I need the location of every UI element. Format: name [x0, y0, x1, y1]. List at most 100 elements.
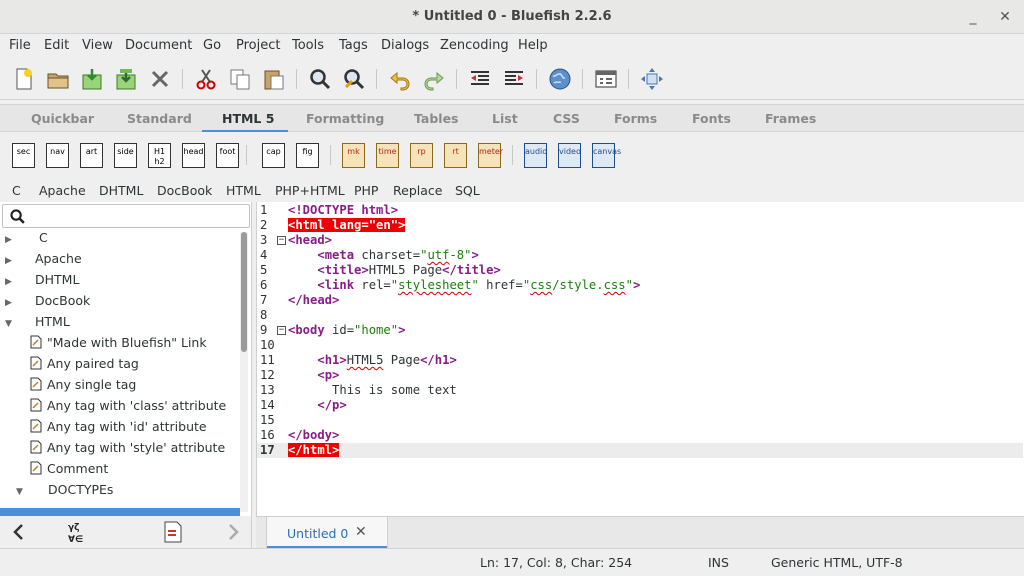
search-input[interactable]	[29, 207, 245, 225]
tab-tables[interactable]: Tables	[414, 111, 459, 126]
code-line[interactable]: 16 </body>	[257, 428, 1023, 443]
close-window-button[interactable]: ✕	[996, 8, 1014, 26]
insert-file-icon[interactable]	[160, 519, 186, 545]
expanded-arrow-icon[interactable]: ▼	[16, 487, 26, 497]
code-line[interactable]: 7 </head>	[257, 293, 1023, 308]
tag-button-audio[interactable]: audio	[524, 143, 547, 168]
tag-button-video[interactable]: video	[558, 143, 581, 168]
selected-tree-row[interactable]	[0, 508, 240, 516]
collapsed-arrow-icon[interactable]: ▶	[5, 235, 15, 245]
filter-apache[interactable]: Apache	[39, 183, 86, 198]
cut-icon[interactable]	[194, 67, 218, 91]
tab-css[interactable]: CSS	[553, 111, 580, 126]
tag-button-h1-h2[interactable]: H1 h2	[148, 143, 171, 168]
expanded-arrow-icon[interactable]: ▼	[5, 319, 15, 329]
tree-scrollbar-thumb[interactable]	[241, 232, 247, 352]
fold-toggle-icon[interactable]: −	[277, 236, 286, 245]
code-line[interactable]: 13 This is some text	[257, 383, 1023, 398]
minimize-button[interactable]: _	[964, 8, 982, 26]
charmap-icon[interactable]: γζ ∀∈	[66, 519, 92, 545]
menu-help[interactable]: Help	[518, 38, 548, 53]
filter-replace[interactable]: Replace	[393, 183, 442, 198]
code-line[interactable]: 11 <h1>HTML5 Page</h1>	[257, 353, 1023, 368]
menu-tags[interactable]: Tags	[339, 38, 368, 53]
code-line[interactable]: 17 </html>	[257, 443, 1023, 458]
document-encoding[interactable]: Generic HTML, UTF-8	[771, 555, 903, 570]
preview-browser-icon[interactable]	[548, 67, 572, 91]
code-line[interactable]: 12 <p>	[257, 368, 1023, 383]
chevron-right-icon[interactable]	[224, 522, 242, 542]
tab-forms[interactable]: Forms	[614, 111, 657, 126]
code-line[interactable]: 1 <!DOCTYPE html>	[257, 203, 1023, 218]
indent-icon[interactable]	[502, 67, 526, 91]
new-file-icon[interactable]	[12, 67, 36, 91]
menu-go[interactable]: Go	[203, 38, 221, 53]
close-tab-icon[interactable]: ✕	[355, 524, 367, 540]
tree-item[interactable]: Any single tag	[30, 377, 136, 398]
code-line[interactable]: 3− <head>	[257, 233, 1023, 248]
find-replace-icon[interactable]	[342, 67, 366, 91]
code-line[interactable]: 2 <html lang="en">	[257, 218, 1023, 233]
filter-c[interactable]: C	[12, 183, 21, 198]
tree-item[interactable]: Any tag with 'style' attribute	[30, 440, 225, 461]
menu-zencoding[interactable]: Zencoding	[440, 38, 509, 53]
preferences-icon[interactable]	[594, 67, 618, 91]
code-editor[interactable]: 1 <!DOCTYPE html> 2 <html lang="en"> 3− <head…	[256, 202, 1024, 516]
tag-button-head[interactable]: head	[182, 143, 205, 168]
tag-button-foot[interactable]: foot	[216, 143, 239, 168]
unindent-icon[interactable]	[468, 67, 492, 91]
save-as-icon[interactable]	[114, 67, 138, 91]
tab-fonts[interactable]: Fonts	[692, 111, 731, 126]
menu-view[interactable]: View	[82, 38, 113, 53]
menu-edit[interactable]: Edit	[44, 38, 69, 53]
tree-item[interactable]: Any paired tag	[30, 356, 139, 377]
tag-button-cap[interactable]: cap	[262, 143, 285, 168]
tree-item[interactable]: "Made with Bluefish" Link	[30, 335, 207, 356]
code-line[interactable]: 10	[257, 338, 1023, 353]
find-icon[interactable]	[308, 67, 332, 91]
filter-docbook[interactable]: DocBook	[157, 183, 212, 198]
tree-group-c[interactable]: ▶ C	[5, 230, 48, 251]
tag-button-rt[interactable]: rt	[444, 143, 467, 168]
tree-item[interactable]: Comment	[30, 461, 108, 482]
tree-item[interactable]: Any tag with 'class' attribute	[30, 398, 226, 419]
menu-document[interactable]: Document	[125, 38, 192, 53]
tag-button-meter[interactable]: meter	[478, 143, 503, 168]
tree-scrollbar[interactable]	[240, 232, 248, 512]
filter-html[interactable]: HTML	[226, 183, 261, 198]
save-icon[interactable]	[80, 67, 104, 91]
menu-project[interactable]: Project	[236, 38, 280, 53]
tag-button-canvas[interactable]: canvas	[592, 143, 621, 168]
tag-button-nav[interactable]: nav	[46, 143, 69, 168]
collapsed-arrow-icon[interactable]: ▶	[5, 277, 15, 287]
code-line[interactable]: 6 <link rel="stylesheet" href="css/style…	[257, 278, 1023, 293]
tree-group-docbook[interactable]: ▶ DocBook	[5, 293, 90, 314]
tag-button-time[interactable]: time	[376, 143, 399, 168]
tab-standard[interactable]: Standard	[127, 111, 192, 126]
tag-button-rp[interactable]: rp	[410, 143, 433, 168]
fold-toggle-icon[interactable]: −	[277, 326, 286, 335]
collapsed-arrow-icon[interactable]: ▶	[5, 256, 15, 266]
paste-icon[interactable]	[262, 67, 286, 91]
filter-sql[interactable]: SQL	[455, 183, 480, 198]
menu-file[interactable]: File	[9, 38, 31, 53]
code-line[interactable]: 15	[257, 413, 1023, 428]
code-line[interactable]: 14 </p>	[257, 398, 1023, 413]
tab-list[interactable]: List	[492, 111, 518, 126]
tag-button-mk[interactable]: mk	[342, 143, 365, 168]
fullscreen-icon[interactable]	[640, 67, 664, 91]
code-line[interactable]: 8	[257, 308, 1023, 323]
code-line[interactable]: 5 <title>HTML5 Page</title>	[257, 263, 1023, 278]
tree-group-apache[interactable]: ▶ Apache	[5, 251, 82, 272]
undo-icon[interactable]	[388, 67, 412, 91]
tag-button-art[interactable]: art	[80, 143, 103, 168]
tree-group-doctypes[interactable]: ▼ DOCTYPEs	[16, 482, 113, 503]
menu-dialogs[interactable]: Dialogs	[381, 38, 429, 53]
collapsed-arrow-icon[interactable]: ▶	[5, 298, 15, 308]
redo-icon[interactable]	[422, 67, 446, 91]
tab-formatting[interactable]: Formatting	[306, 111, 384, 126]
tree-item[interactable]: Any tag with 'id' attribute	[30, 419, 207, 440]
chevron-left-icon[interactable]	[10, 522, 28, 542]
filter-php[interactable]: PHP	[354, 183, 378, 198]
tab-frames[interactable]: Frames	[765, 111, 816, 126]
